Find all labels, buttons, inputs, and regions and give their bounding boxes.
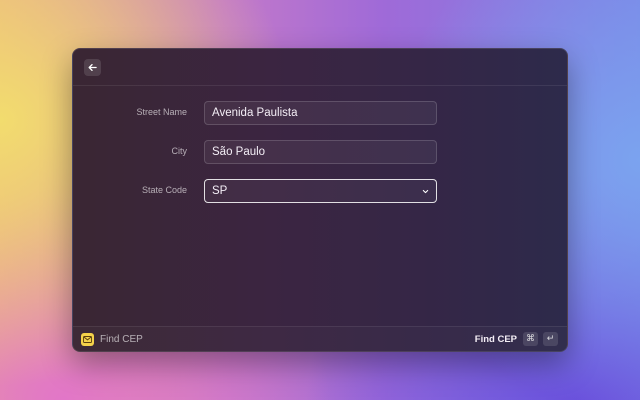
city-row: City São Paulo [73, 140, 567, 164]
envelope-icon [83, 336, 92, 343]
city-label: City [171, 146, 188, 156]
street-name-label: Street Name [136, 107, 187, 117]
extension-name: Find CEP [100, 334, 143, 345]
arrow-left-icon [88, 63, 97, 72]
state-code-row: State Code SP [73, 179, 567, 203]
back-button[interactable] [84, 59, 101, 76]
app-window: Street Name Avenida Paulista City São Pa… [72, 48, 568, 352]
state-code-value: SP [212, 185, 228, 197]
street-name-row: Street Name Avenida Paulista [73, 101, 567, 125]
return-key-badge: ↵ [543, 332, 558, 346]
state-code-dropdown[interactable]: SP [204, 179, 437, 203]
city-input[interactable]: São Paulo [204, 140, 437, 164]
command-key-badge: ⌘ [523, 332, 538, 346]
extension-icon [81, 333, 94, 346]
action-bar: Find CEP Find CEP ⌘ ↵ [73, 326, 567, 351]
top-bar [73, 49, 567, 86]
primary-action-button[interactable]: Find CEP [475, 334, 517, 345]
street-name-input[interactable]: Avenida Paulista [204, 101, 437, 125]
chevron-down-icon [422, 189, 429, 194]
state-code-label: State Code [141, 185, 187, 195]
